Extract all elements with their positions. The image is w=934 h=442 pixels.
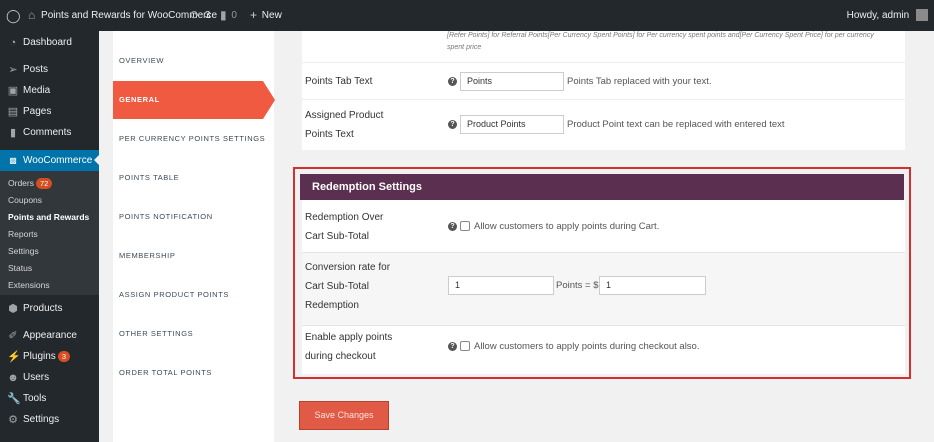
divider [302,62,905,63]
sidebar-item-dashboard[interactable]: ◔ Dashboard [0,33,99,53]
appearance-icon: ✐ [8,330,18,342]
help-icon[interactable]: ? [448,341,457,351]
redemption-settings-panel: Redemption Over Cart Sub-Total ? Allow cu… [302,200,905,374]
plugins-icon: ⚡ [7,351,21,363]
help-icon[interactable]: ? [448,77,457,86]
updates-link[interactable]: ⟳ 3 [190,0,210,31]
submenu-orders[interactable]: Orders 72 [8,175,53,192]
howdy-text: Howdy, admin [846,10,910,21]
active-arrow [94,155,99,165]
sidebar-item-comments[interactable]: ▮ Comments [0,123,99,143]
woocommerce-icon: ▩ [9,156,17,165]
comments-icon: ▮ [9,127,17,139]
assigned-product-points-text-label: Assigned Product Points Text [305,110,384,140]
submenu-status[interactable]: Status [8,260,32,277]
save-changes-button[interactable]: Save Changes [299,401,389,430]
admin-sidebar: ◔ Dashboard ➢ Posts ▣ Media ▤ Pages ▮ Co… [0,31,99,442]
products-icon: ⬢ [8,303,18,315]
divider [302,99,905,100]
tab-points-table[interactable]: POINTS TABLE [113,159,274,197]
sidebar-item-settings[interactable]: ⚙ Settings [0,410,99,430]
help-icon[interactable]: ? [448,120,457,129]
tab-membership[interactable]: MEMBERSHIP [113,237,274,275]
new-label: New [261,10,282,22]
settings-content: [Refer Points] for Referral Points[Per C… [284,31,934,442]
admin-bar: ◯ ⌂ Points and Rewards for WooCommerce ⟳… [0,0,934,31]
redemption-cart-option: ? Allow customers to apply points during … [448,217,659,236]
tab-points-notification[interactable]: POINTS NOTIFICATION [113,198,274,236]
submenu-extensions[interactable]: Extensions [8,277,50,294]
users-icon: ☻ [7,372,19,384]
plugin-tab-nav: OVERVIEW GENERAL PER CURRENCY POINTS SET… [113,31,275,442]
avatar [916,9,928,22]
help-icon[interactable]: ? [448,221,457,231]
sidebar-item-plugins[interactable]: ⚡ Plugins 3 [0,347,99,367]
conversion-rate-label: Conversion rate for Cart Sub-Total Redem… [305,262,391,311]
sidebar-item-appearance[interactable]: ✐ Appearance [0,326,99,346]
conversion-points-input[interactable]: 1 [448,276,554,295]
sidebar-item-posts[interactable]: ➢ Posts [0,60,99,80]
sidebar-item-users[interactable]: ☻ Users [0,368,99,388]
comments-count: 0 [231,10,237,22]
conversion-dollar-input[interactable]: 1 [599,276,706,295]
apply-points-checkout-checkbox[interactable] [460,341,470,352]
submenu-points-and-rewards[interactable]: Points and Rewards [8,209,89,226]
divider [302,325,905,326]
points-tab-text-label: Points Tab Text [305,76,373,87]
tab-other-settings[interactable]: OTHER SETTINGS [113,315,274,353]
apply-points-checkout-label: Enable apply points during checkout [305,332,393,362]
redemption-settings-header: Redemption Settings [300,174,904,200]
assigned-product-points-description: Product Point text can be replaced with … [567,119,785,130]
general-settings-panel: [Refer Points] for Referral Points[Per C… [302,31,905,150]
orders-badge: 72 [35,178,53,190]
tab-per-currency-points-settings[interactable]: PER CURRENCY POINTS SETTINGS [113,120,274,158]
redemption-cart-checkbox[interactable] [460,221,470,232]
plus-icon: + [250,8,258,22]
plugins-badge: 3 [57,350,70,362]
shortcode-note: [Refer Points] for Referral Points[Per C… [447,32,874,51]
settings-icon: ⚙ [8,414,18,426]
comments-link[interactable]: ▮ 0 [220,0,237,31]
new-content-link[interactable]: + New [250,0,282,31]
sidebar-item-media[interactable]: ▣ Media [0,81,99,101]
pin-icon: ➢ [8,64,18,76]
tab-assign-product-points[interactable]: ASSIGN PRODUCT POINTS [113,276,274,314]
tab-overview[interactable]: OVERVIEW [113,42,274,80]
apply-points-checkout-option: ? Allow customers to apply points during … [448,337,699,356]
points-tab-text-description: Points Tab replaced with your text. [567,76,712,87]
site-name-link[interactable]: ⌂ Points and Rewards for WooCommerce [28,0,217,31]
points-tab-text-input[interactable]: Points [460,72,564,91]
conversion-points-equals-label: Points = $ [556,280,599,291]
comment-icon: ▮ [220,8,227,22]
tab-order-total-points[interactable]: ORDER TOTAL POINTS [113,354,274,392]
redemption-over-cart-label: Redemption Over Cart Sub-Total [305,212,384,242]
pages-icon: ▤ [7,106,19,118]
sidebar-item-woocommerce[interactable]: ▩ WooCommerce [0,150,99,171]
tab-general[interactable]: GENERAL [113,81,275,119]
home-icon: ⌂ [28,8,36,22]
woocommerce-submenu: Orders 72 Coupons Points and Rewards Repo… [0,171,99,295]
sidebar-item-tools[interactable]: 🔧 Tools [0,389,99,409]
my-account-link[interactable]: Howdy, admin [847,0,928,31]
sidebar-item-pages[interactable]: ▤ Pages [0,102,99,122]
media-icon: ▣ [7,85,19,97]
tools-icon: 🔧 [7,393,21,405]
submenu-coupons[interactable]: Coupons [8,192,42,209]
submenu-settings[interactable]: Settings [8,243,39,260]
dashboard-icon: ◔ [9,37,17,49]
sidebar-item-products[interactable]: ⬢ Products [0,299,99,319]
assigned-product-points-text-input[interactable]: Product Points [460,115,564,134]
updates-icon: ⟳ [190,8,201,22]
submenu-reports[interactable]: Reports [8,226,38,243]
wordpress-logo-icon[interactable]: ◯ [6,0,21,31]
updates-count: 3 [204,10,211,22]
